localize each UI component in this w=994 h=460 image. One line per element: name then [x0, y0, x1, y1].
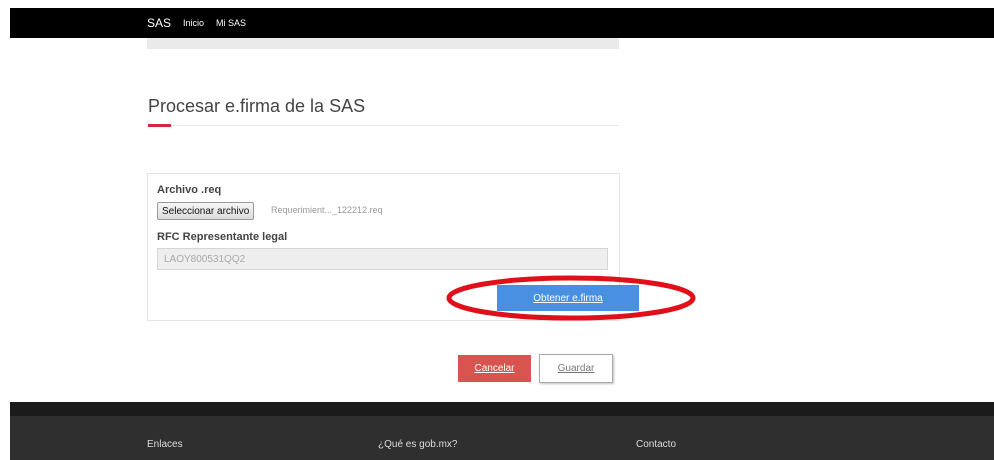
nav-link-mi-sas[interactable]: Mi SAS: [216, 18, 246, 28]
page-title: Procesar e.firma de la SAS: [148, 96, 366, 116]
nav-link-inicio[interactable]: Inicio: [183, 18, 204, 28]
header-strip: [147, 38, 619, 49]
rfc-label: RFC Representante legal: [157, 231, 288, 243]
brand-link[interactable]: SAS: [147, 16, 171, 30]
footer-contact-heading[interactable]: Contacto: [636, 439, 676, 450]
footer-top-band: [10, 402, 994, 416]
obtain-efirma-button[interactable]: Obtener e.firma: [497, 285, 639, 311]
rfc-input[interactable]: LAOY800531QQ2: [157, 248, 608, 270]
top-navbar: SAS Inicio Mi SAS: [10, 8, 994, 38]
title-divider: [148, 125, 619, 126]
footer-about-heading[interactable]: ¿Qué es gob.mx?: [378, 439, 457, 450]
file-label: Archivo .req: [157, 184, 222, 196]
selected-file-name: Requerimient..._122212.req: [271, 205, 383, 215]
cancel-button[interactable]: Cancelar: [458, 355, 531, 382]
title-accent-bar: [148, 124, 171, 127]
footer: Enlaces ¿Qué es gob.mx? Contacto: [10, 402, 994, 460]
navbar-items: SAS Inicio Mi SAS: [147, 8, 246, 38]
footer-links-heading[interactable]: Enlaces: [147, 439, 183, 450]
select-file-button[interactable]: Seleccionar archivo: [157, 202, 255, 220]
save-button[interactable]: Guardar: [539, 354, 613, 383]
